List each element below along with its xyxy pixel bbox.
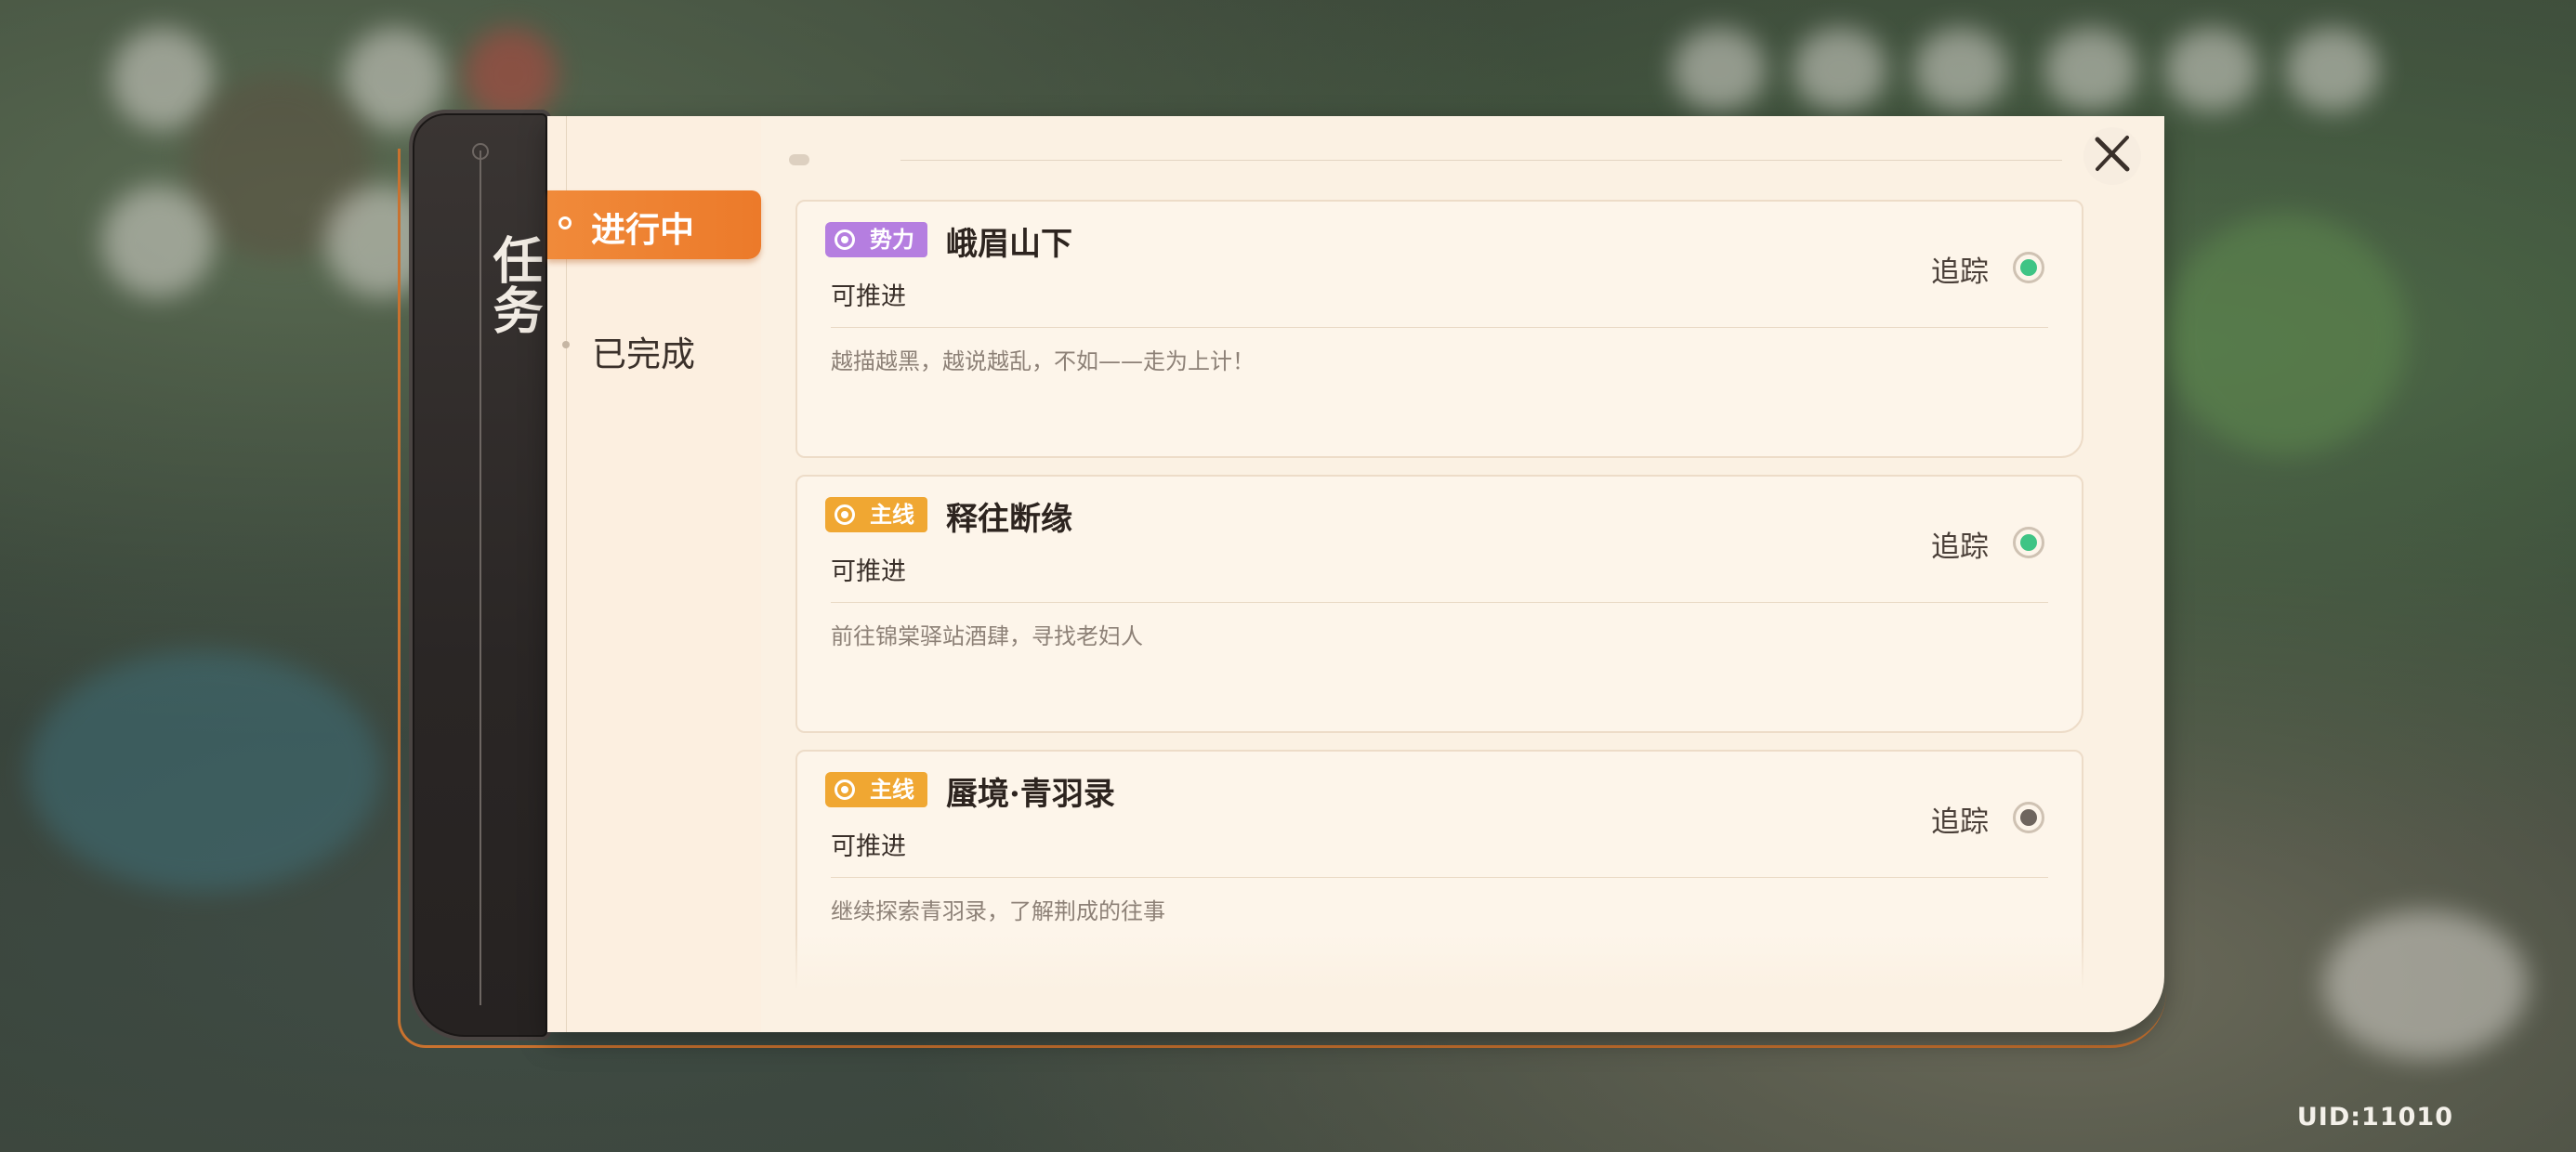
track-label: 追踪 — [1931, 255, 1989, 289]
list-header-decoration — [789, 151, 2071, 170]
quest-card[interactable]: 主线 释往断缘 可推进 前往锦棠驿站酒肆，寻找老妇人 追踪 — [795, 475, 2083, 733]
sidebar-title: 任务 — [484, 234, 544, 334]
quest-sidebar: 任务 — [409, 110, 551, 1041]
list-bottom-fade — [795, 934, 2087, 989]
tag-label: 势力 — [870, 227, 914, 253]
tag-label: 主线 — [870, 502, 914, 528]
quest-description: 前往锦棠驿站酒肆，寻找老妇人 — [831, 623, 1143, 649]
tab-in-progress[interactable]: 进行中 — [547, 190, 761, 259]
track-toggle[interactable] — [2013, 252, 2044, 283]
tag-ring-icon — [835, 504, 855, 525]
quest-card[interactable]: 势力 峨眉山下 可推进 越描越黑，越说越乱，不如——走为上计！ 追踪 — [795, 200, 2083, 458]
track-indicator-icon — [2020, 534, 2037, 551]
tag-label: 主线 — [870, 777, 914, 803]
tabs-column: 进行中 已完成 — [547, 116, 761, 1032]
close-button[interactable] — [2083, 127, 2141, 185]
quest-panel: 进行中 已完成 势力 峨眉山下 可推进 越描越黑，越说越乱，不如——走为上计！ … — [547, 116, 2164, 1032]
sidebar-knob — [472, 143, 489, 160]
quest-list[interactable]: 势力 峨眉山下 可推进 越描越黑，越说越乱，不如——走为上计！ 追踪 主线 释往… — [795, 200, 2087, 989]
quest-type-tag: 主线 — [825, 772, 927, 807]
track-label: 追踪 — [1931, 530, 1989, 564]
tag-ring-icon — [835, 779, 855, 800]
card-divider — [831, 877, 2048, 878]
tab-completed[interactable]: 已完成 — [547, 313, 761, 378]
card-divider — [831, 327, 2048, 328]
tag-ring-icon — [835, 229, 855, 250]
track-label: 追踪 — [1931, 805, 1989, 839]
tab-label: 已完成 — [592, 334, 695, 374]
uid-label: UID:11010 — [2296, 1103, 2453, 1132]
card-divider — [831, 602, 2048, 603]
quest-title: 释往断缘 — [946, 501, 1072, 538]
quest-title: 峨眉山下 — [946, 226, 1072, 263]
quest-status: 可推进 — [831, 832, 906, 861]
header-line — [900, 160, 2062, 161]
header-ornament-icon — [789, 154, 809, 165]
quest-list-area: 势力 峨眉山下 可推进 越描越黑，越说越乱，不如——走为上计！ 追踪 主线 释往… — [761, 116, 2164, 1032]
quest-title: 蜃境·青羽录 — [946, 776, 1115, 813]
track-toggle[interactable] — [2013, 802, 2044, 833]
quest-description: 越描越黑，越说越乱，不如——走为上计！ — [831, 348, 1255, 374]
track-indicator-icon — [2020, 809, 2037, 826]
tab-active-dot-icon — [559, 216, 572, 229]
close-icon — [2090, 132, 2135, 180]
tab-dot-icon — [562, 341, 570, 348]
quest-type-tag: 主线 — [825, 497, 927, 532]
quest-type-tag: 势力 — [825, 222, 927, 257]
quest-status: 可推进 — [831, 282, 906, 311]
quest-description: 继续探索青羽录，了解荆成的往事 — [831, 898, 1165, 924]
track-toggle[interactable] — [2013, 527, 2044, 558]
tab-label: 进行中 — [591, 210, 694, 250]
track-indicator-icon — [2020, 259, 2037, 276]
quest-status: 可推进 — [831, 557, 906, 586]
